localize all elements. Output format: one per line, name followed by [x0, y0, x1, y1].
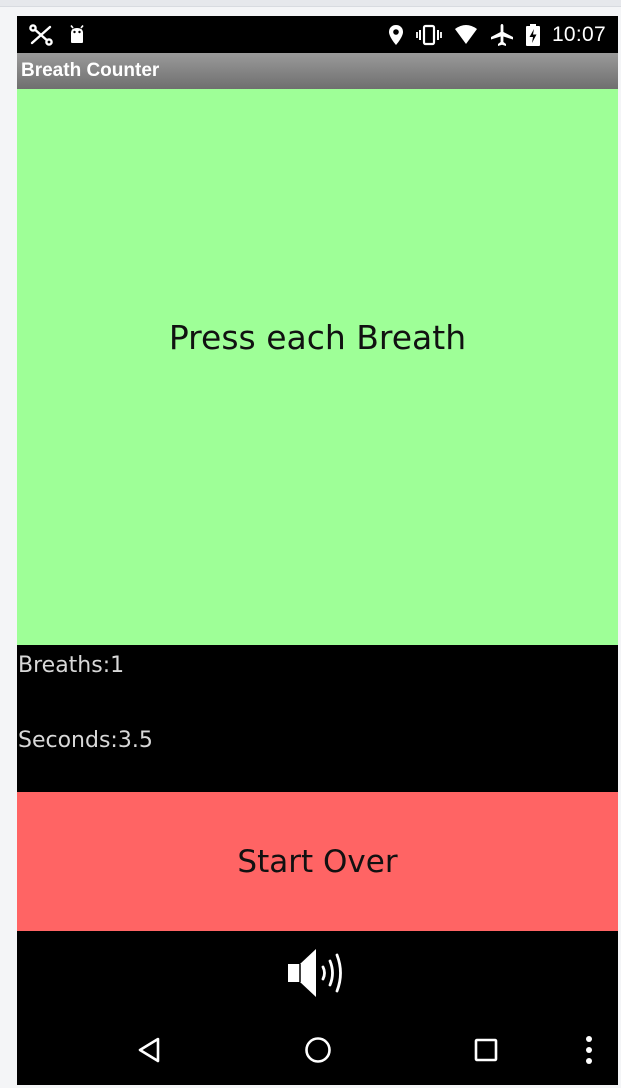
sound-area	[17, 931, 618, 1016]
phone-screen: 10:07 Breath Counter Press each Breath B…	[17, 16, 618, 1085]
press-breath-label: Press each Breath	[168, 317, 467, 357]
location-icon	[388, 24, 404, 46]
app-title: Breath Counter	[21, 60, 160, 81]
tools-icon	[29, 24, 53, 46]
sound-toggle-button[interactable]	[282, 943, 352, 1003]
home-button[interactable]	[296, 1030, 340, 1070]
android-icon	[67, 25, 87, 45]
vibrate-icon	[416, 24, 442, 46]
start-over-label: Start Over	[237, 843, 398, 880]
back-button[interactable]	[127, 1030, 171, 1070]
airplane-icon	[490, 23, 514, 47]
recents-button[interactable]	[464, 1030, 508, 1070]
wifi-icon	[454, 25, 478, 45]
stats-panel: Breaths:1 Seconds:3.5	[17, 645, 618, 792]
overflow-menu-icon	[585, 1035, 593, 1065]
start-over-button[interactable]: Start Over	[17, 792, 618, 931]
seconds-count: Seconds:3.5	[18, 728, 153, 753]
status-bar: 10:07	[17, 16, 618, 53]
breaths-count: Breaths:1	[18, 653, 125, 678]
press-breath-button[interactable]: Press each Breath	[17, 89, 618, 645]
browser-frame-edge	[0, 0, 621, 7]
recents-icon	[473, 1037, 499, 1063]
status-bar-right: 10:07	[388, 22, 606, 48]
app-title-bar: Breath Counter	[17, 53, 618, 89]
overflow-menu-button[interactable]	[577, 1030, 601, 1070]
status-time: 10:07	[551, 23, 606, 46]
battery-icon	[525, 24, 540, 46]
back-icon	[136, 1036, 162, 1064]
speaker-volume-icon	[284, 944, 350, 1002]
navigation-bar	[17, 1016, 618, 1085]
home-icon	[303, 1035, 333, 1065]
status-bar-left	[29, 22, 87, 48]
